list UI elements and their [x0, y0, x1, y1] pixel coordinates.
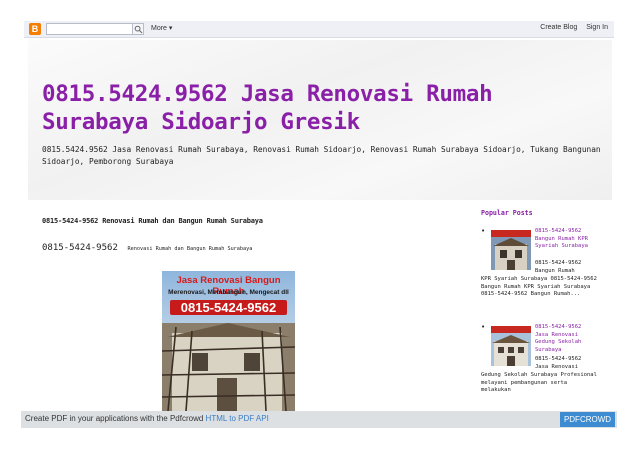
blog-description: 0815.5424.9562 Jasa Renovasi Rumah Surab… — [42, 145, 601, 166]
popular-post-item: • 0815-5424-9562 Bangun Rumah KPR Syaria… — [481, 227, 599, 318]
popular-post-link[interactable]: 0815-5424-9562 Bangun Rumah KPR Syariah … — [535, 228, 597, 251]
blog-title[interactable]: 0815.5424.9562 Jasa Renovasi Rumah Surab… — [42, 80, 582, 136]
sign-in-link[interactable]: Sign In — [586, 24, 608, 31]
post-image-phone: 0815-5424-9562 — [170, 300, 287, 315]
caret-down-icon: ▾ — [168, 25, 173, 32]
more-label: More — [151, 25, 167, 32]
pdfcrowd-prefix: Create PDF in your applications with the… — [25, 414, 204, 423]
navbar-actions: Create Blog Sign In — [533, 24, 608, 31]
popular-post-snippet: 0815-5424-9562 Bangun Rumah — [535, 260, 582, 274]
post-subtitle-text: Renovasi Rumah dan Bangun Rumah Surabaya — [127, 246, 253, 252]
popular-posts-title: Popular Posts — [481, 209, 533, 217]
house-thumbnail-icon — [491, 230, 531, 270]
popular-post-snippet-cont: KPR Syariah Surabaya 0815-5424-9562 Bang… — [481, 276, 597, 298]
search-icon — [134, 25, 143, 34]
pdfcrowd-api-link[interactable]: HTML to PDF API — [206, 414, 269, 423]
pdfcrowd-button[interactable]: PDFCROWD — [560, 412, 615, 427]
more-menu[interactable]: More ▾ — [151, 24, 172, 32]
popular-post-link[interactable]: 0815-5424-9562 Jasa Renovasi Gedung Seko… — [535, 324, 597, 355]
pdfcrowd-text: Create PDF in your applications with the… — [25, 414, 269, 423]
post-subtitle-phone: 0815-5424-9562 — [42, 243, 118, 253]
blogger-logo-icon[interactable]: B — [29, 23, 41, 35]
popular-post-thumbnail[interactable] — [491, 326, 531, 366]
popular-post-thumbnail[interactable] — [491, 230, 531, 270]
blog-header: 0815.5424.9562 Jasa Renovasi Rumah Surab… — [28, 40, 612, 200]
navbar-search-input[interactable] — [46, 23, 144, 35]
popular-post-snippet: 0815-5424-9562 Jasa Renovasi — [535, 356, 582, 370]
post-subtitle: 0815-5424-9562 Renovasi Rumah dan Bangun… — [42, 235, 252, 254]
post-image-services: Merenovasi, Membangun, Mengecat dll — [168, 289, 289, 296]
search-button[interactable] — [132, 23, 144, 35]
popular-post-item: • 0815-5424-9562 Jasa Renovasi Gedung Se… — [481, 323, 599, 404]
bullet-icon: • — [481, 323, 486, 331]
main-post: 0815-5424-9562 Renovasi Rumah dan Bangun… — [28, 205, 470, 411]
bullet-icon: • — [481, 227, 486, 235]
sidebar: Popular Posts • 0815-5424-9562 Bangun Ru… — [475, 200, 601, 410]
post-title: 0815-5424-9562 Renovasi Rumah dan Bangun… — [42, 217, 263, 225]
blogger-navbar: B More ▾ Create Blog Sign In — [24, 21, 614, 38]
pdfcrowd-footer: Create PDF in your applications with the… — [21, 411, 617, 428]
building-thumbnail-icon — [491, 326, 531, 366]
popular-post-snippet-cont: Gedung Sekolah Surabaya Profesional mela… — [481, 372, 597, 394]
create-blog-link[interactable]: Create Blog — [540, 24, 577, 31]
construction-photo — [162, 323, 295, 411]
post-image[interactable]: Jasa Renovasi Bangun Rumah Merenovasi, M… — [162, 271, 295, 411]
